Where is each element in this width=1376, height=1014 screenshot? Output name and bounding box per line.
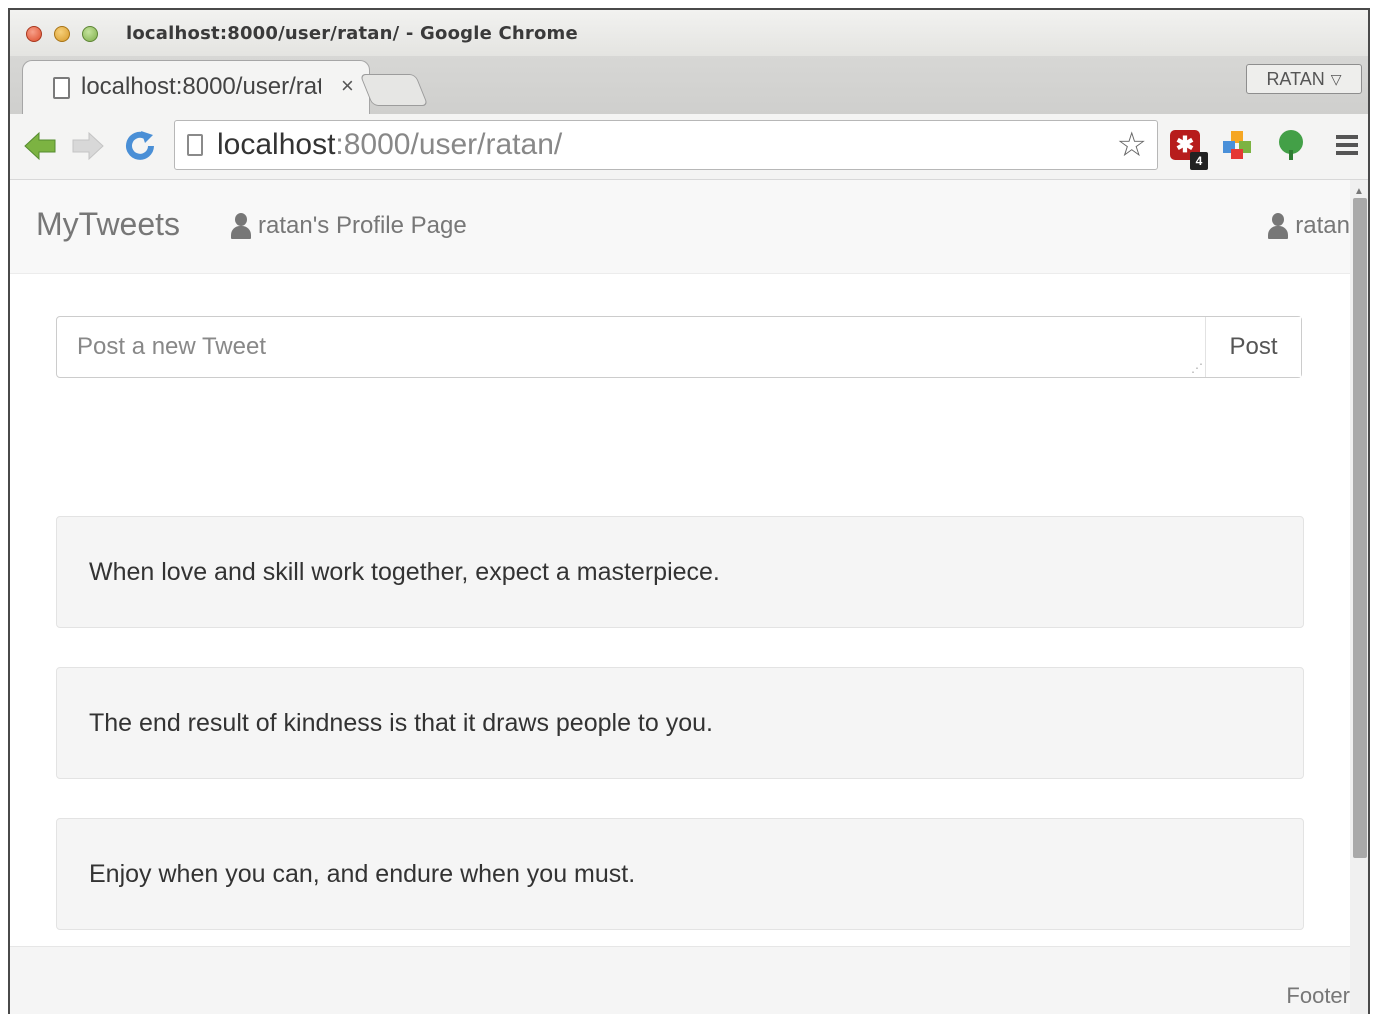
hamburger-menu-icon[interactable] xyxy=(1328,126,1366,164)
forward-arrow-icon[interactable] xyxy=(70,128,106,164)
tab-strip: localhost:8000/user/rat × RATAN ▽ xyxy=(10,56,1368,114)
puzzle-extension-icon[interactable] xyxy=(1218,126,1256,164)
user-icon xyxy=(1267,213,1289,239)
tweet-text: When love and skill work together, expec… xyxy=(89,557,720,586)
profile-button[interactable]: RATAN ▽ xyxy=(1246,64,1362,94)
tweet-text: Enjoy when you can, and endure when you … xyxy=(89,859,636,888)
evernote-icon[interactable] xyxy=(1272,126,1310,164)
tab-title: localhost:8000/user/rat xyxy=(81,73,321,100)
address-bar[interactable]: localhost:8000/user/ratan/ ☆ xyxy=(174,120,1158,170)
reload-icon[interactable] xyxy=(122,128,158,164)
browser-window: localhost:8000/user/ratan/ - Google Chro… xyxy=(8,8,1370,1014)
post-tweet-form: ⋰ Post xyxy=(56,316,1302,378)
red-extension-icon[interactable]: ✱ 4 xyxy=(1166,126,1208,170)
vertical-scrollbar[interactable]: ▲ xyxy=(1350,180,1368,1014)
extension-badge: 4 xyxy=(1190,152,1208,170)
brand-link[interactable]: MyTweets xyxy=(36,206,180,243)
page-viewport: MyTweets ratan's Profile Page ratan ⋰ Po… xyxy=(10,180,1350,1014)
tab-active[interactable]: localhost:8000/user/rat × xyxy=(22,60,370,114)
url-host: localhost xyxy=(217,128,336,161)
footer-text: Footer xyxy=(1286,983,1350,1008)
tweet-input[interactable] xyxy=(57,317,1205,377)
window-minimize-button[interactable] xyxy=(54,26,70,42)
scroll-thumb[interactable] xyxy=(1353,198,1367,858)
chevron-down-icon: ▽ xyxy=(1330,70,1342,87)
current-user-label: ratan xyxy=(1295,212,1350,239)
resize-grip-icon[interactable]: ⋰ xyxy=(1191,361,1203,375)
user-icon xyxy=(230,213,252,239)
site-navbar: MyTweets ratan's Profile Page ratan xyxy=(10,180,1350,274)
current-user-link[interactable]: ratan xyxy=(1267,212,1350,240)
page-footer: Footer xyxy=(10,946,1350,1014)
browser-toolbar: localhost:8000/user/ratan/ ☆ ✱ 4 xyxy=(10,114,1368,180)
scroll-up-arrow-icon[interactable]: ▲ xyxy=(1354,186,1364,197)
title-bar: localhost:8000/user/ratan/ - Google Chro… xyxy=(10,10,1368,56)
url-path: :8000/user/ratan/ xyxy=(335,128,563,161)
profile-page-link[interactable]: ratan's Profile Page xyxy=(230,212,467,240)
tab-close-icon[interactable]: × xyxy=(341,73,354,99)
post-button[interactable]: Post xyxy=(1205,317,1301,377)
page-icon xyxy=(53,77,70,99)
page-icon xyxy=(187,134,203,156)
window-maximize-button[interactable] xyxy=(82,26,98,42)
back-arrow-icon[interactable] xyxy=(22,128,58,164)
profile-page-label: ratan's Profile Page xyxy=(258,212,467,239)
window-close-button[interactable] xyxy=(26,26,42,42)
url-text[interactable]: localhost:8000/user/ratan/ xyxy=(217,128,562,162)
tweet-card: The end result of kindness is that it dr… xyxy=(56,667,1304,779)
tweet-card: When love and skill work together, expec… xyxy=(56,516,1304,628)
tweet-card: Enjoy when you can, and endure when you … xyxy=(56,818,1304,930)
window-title: localhost:8000/user/ratan/ - Google Chro… xyxy=(126,23,578,44)
new-tab-button[interactable] xyxy=(359,74,429,106)
tweet-text: The end result of kindness is that it dr… xyxy=(89,708,713,737)
star-icon[interactable]: ☆ xyxy=(1117,125,1147,165)
profile-label: RATAN xyxy=(1266,68,1325,89)
